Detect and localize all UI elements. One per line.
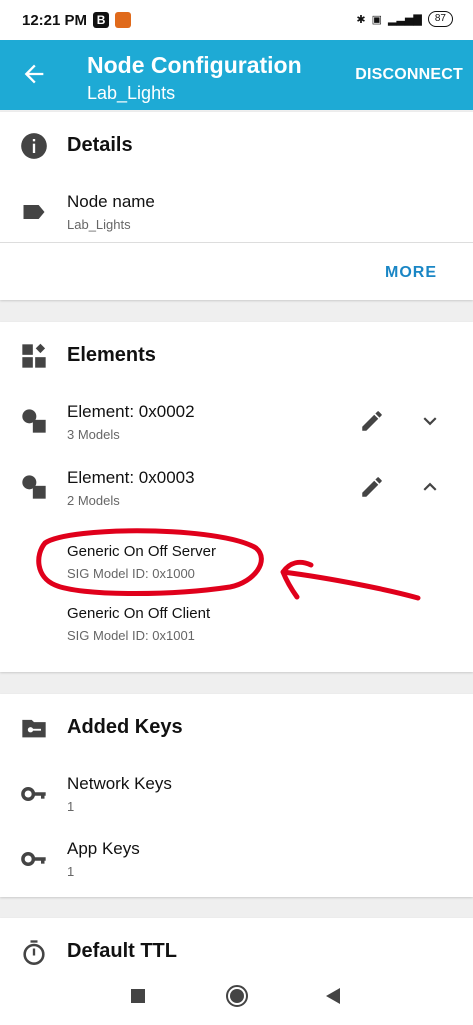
- app-keys-count: 1: [67, 864, 75, 879]
- chevron-down-icon[interactable]: [417, 408, 443, 434]
- status-time: 12:21 PM: [22, 11, 88, 29]
- status-bar: 12:21 PM B ✱ ▣ ▂▃▅▇ 87: [0, 0, 473, 40]
- page-title: Node Configuration: [87, 52, 302, 78]
- element-model-count: 3 Models: [67, 427, 120, 442]
- back-arrow-icon[interactable]: [20, 60, 48, 88]
- element-model-count: 2 Models: [67, 493, 120, 508]
- model-name[interactable]: Generic On Off Client: [67, 605, 210, 622]
- element-shapes-icon: [22, 409, 46, 433]
- element-shapes-icon: [22, 475, 46, 499]
- default-ttl-card: Default TTL: [0, 918, 473, 968]
- more-button[interactable]: MORE: [385, 264, 437, 282]
- app-keys-label[interactable]: App Keys: [67, 839, 140, 859]
- network-keys-count: 1: [67, 799, 75, 814]
- home-circle-icon[interactable]: [225, 984, 249, 1008]
- recents-square-icon[interactable]: [130, 988, 146, 1004]
- dashboard-widgets-icon: [22, 343, 46, 368]
- edit-pencil-icon[interactable]: [359, 474, 385, 500]
- system-nav-bar: [0, 968, 473, 1025]
- node-name-label[interactable]: Node name: [67, 192, 155, 212]
- chevron-up-icon[interactable]: [417, 474, 443, 500]
- volte-icon: ▣: [371, 13, 383, 26]
- element-name[interactable]: Element: 0x0002: [67, 402, 195, 422]
- details-title: Details: [67, 134, 133, 156]
- battery-icon: 87: [427, 11, 453, 27]
- elements-card: Elements Element: 0x0002 3 Models Elemen…: [0, 322, 473, 672]
- timer-icon: [23, 940, 45, 965]
- details-card: Details Node name Lab_Lights MORE: [0, 112, 473, 300]
- notification-app-icon: [115, 12, 132, 28]
- back-triangle-icon[interactable]: [324, 987, 342, 1005]
- added-keys-card: Added Keys Network Keys 1 App Keys 1: [0, 694, 473, 897]
- label-tag-icon: [23, 205, 45, 219]
- info-icon: [21, 133, 47, 159]
- node-name-value: Lab_Lights: [67, 217, 131, 232]
- network-keys-label[interactable]: Network Keys: [67, 774, 172, 794]
- app-bar: Node Configuration Lab_Lights DISCONNECT: [0, 40, 473, 110]
- bluetooth-icon: ✱: [356, 13, 366, 26]
- model-id: SIG Model ID: 0x1001: [67, 628, 195, 643]
- default-ttl-title[interactable]: Default TTL: [67, 940, 177, 963]
- key-icon: [21, 787, 46, 801]
- elements-title: Elements: [67, 344, 156, 366]
- notification-b-icon: B: [93, 12, 110, 28]
- edit-pencil-icon[interactable]: [359, 408, 385, 434]
- page-subtitle: Lab_Lights: [87, 83, 176, 103]
- model-id: SIG Model ID: 0x1000: [67, 566, 195, 581]
- divider: [0, 242, 473, 243]
- key-icon: [21, 852, 46, 866]
- element-name[interactable]: Element: 0x0003: [67, 468, 195, 488]
- key-folder-icon: [22, 719, 46, 738]
- status-icons: ✱ ▣ ▂▃▅▇ 87: [356, 11, 453, 27]
- disconnect-button[interactable]: DISCONNECT: [355, 66, 463, 84]
- model-name[interactable]: Generic On Off Server: [67, 543, 216, 560]
- added-keys-title: Added Keys: [67, 716, 183, 738]
- signal-icon: ▂▃▅▇: [388, 13, 422, 26]
